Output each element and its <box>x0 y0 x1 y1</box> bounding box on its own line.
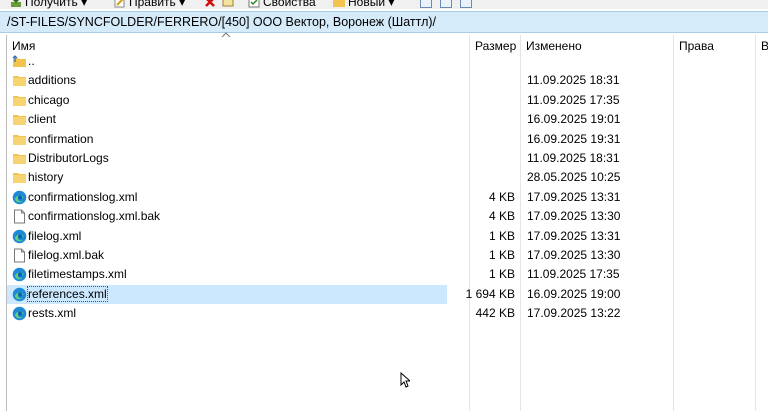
file-modified: 17.09.2025 13:31 <box>527 189 621 204</box>
sort-ascending-icon <box>221 32 231 38</box>
file-size: 1 KB <box>488 267 515 282</box>
current-path: /ST-FILES/SYNCFOLDER/FERRERO/[450] ООО В… <box>7 15 437 29</box>
delete-icon <box>205 0 215 7</box>
edge-xml-icon <box>12 190 27 205</box>
folder-row[interactable]: .. <box>7 52 768 71</box>
edit-button-label: Править ▾ <box>129 0 186 9</box>
new-folder-icon <box>333 0 345 7</box>
properties-icon <box>248 0 260 8</box>
edit-button[interactable]: Править ▾ <box>114 0 185 9</box>
file-modified: 16.09.2025 19:01 <box>527 112 621 127</box>
file-modified: 17.09.2025 13:22 <box>527 306 621 321</box>
file-size: 1 694 KB <box>465 286 515 301</box>
folder-row[interactable]: chicago 11.09.2025 17:35 <box>7 91 768 110</box>
delete-button[interactable] <box>204 0 216 9</box>
file-name: filelog.xml.bak <box>28 248 105 262</box>
toolbar-extra-button-1[interactable] <box>420 0 432 9</box>
file-row[interactable]: confirmationslog.xml 4 KB 17.09.2025 13:31 <box>7 188 768 207</box>
file-icon <box>14 248 25 263</box>
file-modified: 11.09.2025 18:31 <box>527 151 620 165</box>
file-modified: 11.09.2025 17:35 <box>527 92 620 107</box>
file-modified: 17.09.2025 13:31 <box>527 228 621 243</box>
edge-xml-icon <box>12 268 27 282</box>
toolbar-extra-button-3[interactable] <box>460 0 472 9</box>
column-header-size[interactable]: Размер <box>475 39 516 53</box>
file-modified: 17.09.2025 13:30 <box>527 248 621 262</box>
new-button-label: Новый ▾ <box>348 0 395 9</box>
edit-icon <box>114 0 125 8</box>
folder-row[interactable]: additions 11.09.2025 18:31 <box>7 71 768 90</box>
properties-button[interactable]: Свойства <box>248 0 316 9</box>
file-modified: 11.09.2025 17:35 <box>527 267 620 282</box>
rename-icon <box>222 0 234 7</box>
file-name: rests.xml <box>28 306 76 321</box>
file-modified: 16.09.2025 19:00 <box>527 286 621 301</box>
folder-icon <box>13 134 26 145</box>
parent-folder-icon <box>12 55 26 67</box>
folder-icon <box>13 173 26 184</box>
get-button-label: Получить ▾ <box>25 0 88 9</box>
file-row[interactable]: rests.xml 442 KB 17.09.2025 13:22 <box>7 304 768 323</box>
view-icon <box>460 0 472 8</box>
folder-icon <box>13 76 26 87</box>
folder-icon <box>13 154 26 164</box>
file-icon <box>14 209 25 224</box>
file-name: .. <box>28 54 35 68</box>
folder-row[interactable]: DistributorLogs 11.09.2025 18:31 <box>7 149 768 168</box>
file-modified: 17.09.2025 13:30 <box>527 209 621 224</box>
edge-xml-icon <box>12 306 27 321</box>
column-header-owner[interactable]: В <box>761 39 768 53</box>
file-name: confirmation <box>28 131 94 146</box>
file-name: filelog.xml <box>28 228 82 243</box>
rename-button[interactable] <box>222 0 234 9</box>
file-modified: 11.09.2025 18:31 <box>527 73 620 88</box>
toolbar: Получить ▾ Править ▾ Свойства Новый ▾ <box>0 0 768 9</box>
file-size: 1 KB <box>488 248 515 262</box>
file-name: client <box>28 112 57 127</box>
file-row[interactable]: filelog.xml.bak 1 KB 17.09.2025 13:30 <box>7 246 768 265</box>
file-name: references.xml <box>27 285 108 302</box>
file-name: confirmationslog.xml <box>28 189 138 204</box>
edge-xml-icon <box>12 287 27 302</box>
path-bar[interactable]: /ST-FILES/SYNCFOLDER/FERRERO/[450] ООО В… <box>0 11 768 33</box>
file-size: 4 KB <box>488 189 515 204</box>
file-modified: 16.09.2025 19:31 <box>527 131 621 146</box>
toolbar-extra-button-2[interactable] <box>440 0 452 9</box>
file-name: history <box>28 170 64 185</box>
edge-xml-icon <box>12 229 27 243</box>
folder-row[interactable]: confirmation 16.09.2025 19:31 <box>7 130 768 149</box>
properties-button-label: Свойства <box>263 0 316 9</box>
get-button[interactable]: Получить ▾ <box>10 0 87 9</box>
new-button[interactable]: Новый ▾ <box>333 0 394 9</box>
file-name: DistributorLogs <box>28 151 109 165</box>
file-row[interactable]: filetimestamps.xml 1 KB 11.09.2025 17:35 <box>7 265 768 284</box>
column-header-modified[interactable]: Изменено <box>526 39 582 53</box>
column-header-name[interactable]: Имя <box>12 39 35 53</box>
download-icon <box>11 0 21 7</box>
file-name: chicago <box>28 92 70 107</box>
view-icon <box>440 0 452 8</box>
file-name: filetimestamps.xml <box>28 267 127 282</box>
file-row[interactable]: confirmationslog.xml.bak 4 KB 17.09.2025 1… <box>7 207 768 226</box>
view-icon <box>420 0 432 8</box>
file-row[interactable]: references.xml 1 694 KB 16.09.2025 19:00 <box>7 284 768 304</box>
file-size: 4 KB <box>488 209 515 224</box>
file-row[interactable]: filelog.xml 1 KB 17.09.2025 13:31 <box>7 227 768 246</box>
file-size: 1 KB <box>488 228 515 243</box>
file-list[interactable]: Имя Размер Изменено Права В .. additions 1… <box>6 32 768 411</box>
folder-row[interactable]: history 28.05.2025 10:25 <box>7 168 768 187</box>
file-modified: 28.05.2025 10:25 <box>527 170 621 185</box>
file-name: additions <box>28 73 77 88</box>
file-size: 442 KB <box>475 306 515 321</box>
file-name: confirmationslog.xml.bak <box>28 209 161 224</box>
mouse-cursor-icon <box>400 372 410 388</box>
folder-icon <box>13 95 26 106</box>
folder-row[interactable]: client 16.09.2025 19:01 <box>7 110 768 129</box>
folder-icon <box>13 115 26 126</box>
column-header-rights[interactable]: Права <box>679 39 714 53</box>
